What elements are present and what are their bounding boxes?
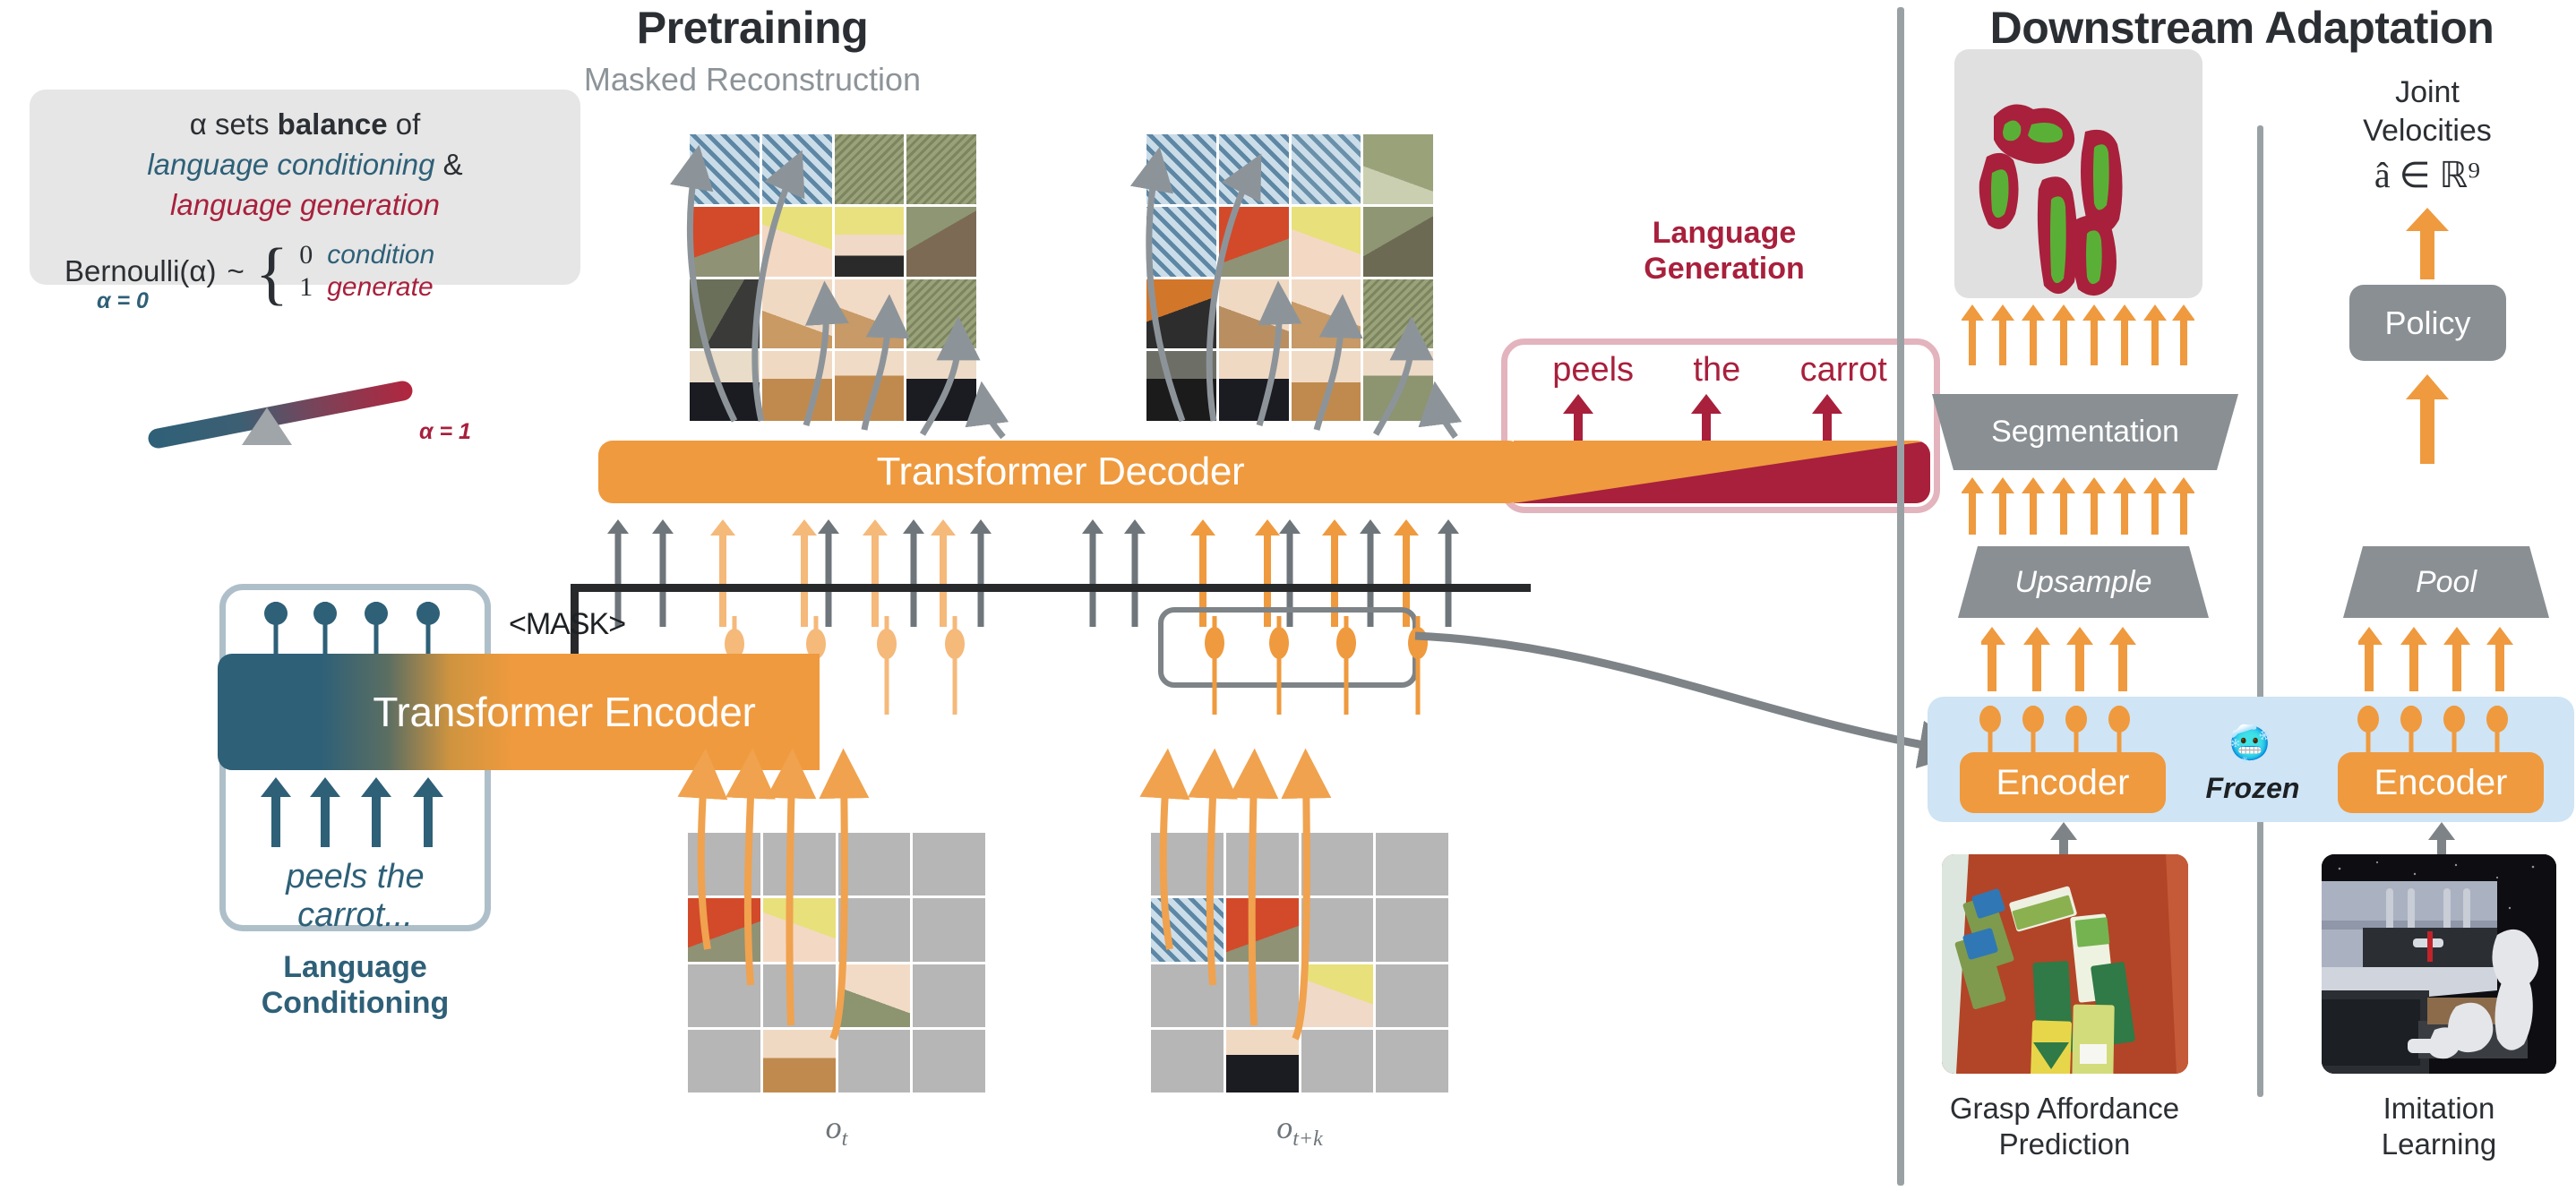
downstream-inner-divider [2257, 125, 2263, 1097]
alpha-balance-post: of [387, 107, 421, 141]
mask-bus-line [571, 584, 1531, 592]
left-encoder-tokens [1979, 706, 2168, 756]
language-generation-caption: Language Generation [1550, 215, 1899, 287]
encoder-token [2400, 706, 2422, 756]
grasp-task-caption: Grasp Affordance Prediction [1949, 1092, 2180, 1161]
encoder-to-upsample-arrows [1981, 627, 2136, 691]
observation-symbol: o [1276, 1110, 1293, 1145]
panel-divider [1897, 7, 1904, 1186]
generated-word: peels [1552, 351, 1635, 389]
downstream-encoder-right[interactable]: Encoder [2338, 752, 2544, 813]
encoder-token [1979, 706, 2001, 756]
affordance-map [1979, 104, 2123, 296]
language-token [365, 602, 388, 654]
encoder-token [2443, 706, 2465, 756]
segmentation-label: Segmentation [1991, 415, 2179, 449]
wedge-shape [1514, 441, 1930, 503]
alpha-ampersand: & [434, 148, 463, 181]
grasp-scene [1942, 854, 2188, 1074]
pretraining-title: Pretraining [636, 3, 869, 53]
transformer-decoder[interactable]: Transformer Decoder [598, 441, 1523, 503]
policy-head[interactable]: Policy [2349, 285, 2506, 361]
encoder-to-pool-arrows [2358, 627, 2513, 691]
bernoulli-label: Bernoulli(α) [64, 254, 217, 287]
right-encoder-tokens [2357, 706, 2546, 756]
observation-symbol: o [825, 1110, 842, 1145]
language-token [313, 602, 337, 654]
encoded-token [1203, 616, 1226, 715]
policy-output-arrow [2406, 208, 2449, 279]
upsample-head[interactable]: Upsample [1958, 546, 2209, 618]
grasp-affordance-photo [1942, 854, 2188, 1074]
figure-root: Pretraining Masked Reconstruction α sets… [0, 0, 2576, 1191]
alpha-balance-pre: α sets [189, 107, 278, 141]
observation-label-otk: ot+k [1151, 1109, 1448, 1152]
imitation-scene [2322, 854, 2556, 1074]
alpha-balance-line: α sets balance of [30, 107, 580, 141]
upsample-label: Upsample [2014, 564, 2152, 599]
alpha-zero-tag: α = 0 [97, 288, 149, 313]
generated-word: the [1693, 351, 1741, 389]
segmentation-head[interactable]: Segmentation [1932, 394, 2238, 470]
language-generation-caption-l2: Generation [1644, 252, 1805, 287]
encoder-token [2022, 706, 2044, 756]
imitation-learning-photo [2322, 854, 2556, 1074]
segmentation-output-image [1954, 49, 2202, 298]
segmentation-input-arrows [1962, 304, 2194, 365]
generated-words: peels the carrot [1523, 351, 1917, 390]
alpha-generation-text: language generation [170, 188, 440, 221]
alpha-one-tag: α = 1 [419, 419, 471, 444]
action-space-expression: â ∈ ℝ⁹ [2374, 155, 2481, 195]
frozen-emoji: 🥶 [2228, 725, 2271, 763]
encoder-token [2486, 706, 2508, 756]
reconstruction-arrows [670, 144, 1463, 440]
conditioning-input-arrows [261, 777, 443, 847]
alpha-conditioning-line: language conditioning & [30, 148, 580, 182]
frozen-icon: 🥶 [2223, 727, 2277, 761]
case-one-word: generate [327, 272, 434, 302]
encoder-token [2357, 706, 2379, 756]
language-token [416, 602, 440, 654]
observation-label-ot: ot [688, 1109, 985, 1152]
decoder-generation-wedge [1514, 441, 1930, 503]
pool-head[interactable]: Pool [2343, 546, 2549, 618]
language-token [264, 602, 288, 654]
patch-to-encoder-arrows [677, 748, 1332, 1041]
joint-velocities-label: Joint Velocities [2363, 75, 2492, 148]
alpha-conditioning-text: language conditioning [147, 148, 435, 181]
seesaw-pivot-icon [242, 407, 292, 445]
language-conditioning-caption: Language Conditioning [261, 950, 450, 1021]
case-zero-value: 0 [299, 240, 313, 270]
frozen-label: Frozen [2205, 772, 2300, 804]
case-brace-icon: { [254, 233, 289, 312]
encoder-token [2108, 706, 2130, 756]
tilde-symbol: ~ [227, 254, 245, 287]
generated-word: carrot [1799, 351, 1887, 389]
conditioning-output-tokens [255, 602, 461, 654]
conditioning-text: peels the carrot... [286, 858, 425, 934]
alpha-balance-bold: balance [277, 107, 388, 141]
encoded-token [1335, 616, 1358, 715]
encoder-token [2065, 706, 2087, 756]
case-zero-word: condition [327, 240, 435, 270]
upsample-output-arrows [1962, 477, 2194, 535]
language-generation-caption-l1: Language [1652, 216, 1797, 250]
encoded-token [1267, 616, 1291, 715]
case-one-value: 1 [299, 272, 313, 302]
downstream-title: Downstream Adaptation [1989, 3, 2494, 53]
imitation-task-caption: Imitation Learning [2381, 1092, 2497, 1161]
pool-label: Pool [2415, 564, 2477, 599]
transformer-encoder-label: Transformer Encoder [373, 689, 756, 735]
downstream-encoder-left[interactable]: Encoder [1960, 752, 2166, 813]
observation-subscript: t+k [1292, 1127, 1323, 1152]
pool-to-policy-arrow [2406, 374, 2449, 464]
observation-subscript: t [841, 1127, 848, 1152]
